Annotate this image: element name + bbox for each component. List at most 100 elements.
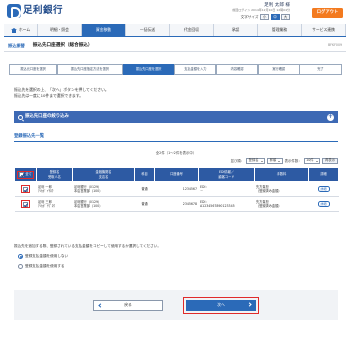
col-bank-branch-label: 金融機関名 支店名 xyxy=(95,170,112,179)
bank-logo[interactable]: 足利銀行 xyxy=(7,3,63,19)
detail-cell: 詳細 xyxy=(308,181,339,197)
font-size-large-button[interactable]: 大 xyxy=(281,14,290,21)
per-page-select[interactable]: 10件 xyxy=(303,158,321,164)
detail-button[interactable]: 詳細 xyxy=(317,201,330,207)
row-check-cell xyxy=(14,196,37,212)
nav-statements[interactable]: 明細・照会 xyxy=(38,24,82,36)
search-icon xyxy=(18,114,23,120)
nav-admin[interactable]: 管理業務 xyxy=(258,24,302,36)
sort-label: 並び順： xyxy=(230,158,245,163)
chevron-down-icon xyxy=(315,160,318,162)
expand-plus-icon[interactable]: + xyxy=(327,113,334,121)
fee-note: （登録済み金額） xyxy=(256,204,282,208)
select-all-label: 全て xyxy=(25,172,32,177)
font-size-switcher: 文字サイズ 小 中 大 xyxy=(180,14,290,21)
payee-filter-label: 振込先口座の絞り込み xyxy=(25,114,69,120)
sort-order-select[interactable]: 昇順 xyxy=(267,158,283,164)
row-select-highlight[interactable] xyxy=(21,200,30,208)
radio-copy-label[interactable]: 登録支払金額を使用する xyxy=(25,264,65,268)
col-account-number: 口座番号 xyxy=(154,167,199,182)
radio-no-copy[interactable]: 登録支払金額を使用しない xyxy=(18,254,68,259)
registered-payees-title: 登録振込先一覧 xyxy=(14,134,338,143)
radio-copy-button[interactable] xyxy=(18,264,23,269)
page-category: 振込振替 xyxy=(8,43,25,49)
select-all-checkbox[interactable] xyxy=(19,172,25,177)
nav-home[interactable]: ホーム xyxy=(4,24,38,36)
select-all-highlight[interactable]: 全て xyxy=(17,170,34,179)
next-button-highlight: 次へ xyxy=(183,296,259,314)
customer-code: A1234567890123345 xyxy=(200,204,235,208)
chevron-down-icon xyxy=(278,160,281,162)
top-bar: 足利銀行 足利 太郎 様 前回ログイン 2014年12月10日 12時04分 文… xyxy=(0,0,350,23)
per-page-value: 10件 xyxy=(306,158,314,163)
instruction-line-2: 振込先は一度に10件まで選択できます。 xyxy=(14,92,83,98)
fee-cell: 先方負担 （登録済み金額） xyxy=(254,181,309,197)
font-size-medium-button[interactable]: 中 xyxy=(270,14,280,21)
font-size-small-button[interactable]: 小 xyxy=(260,14,269,21)
bank-name: 足利銀行 xyxy=(23,5,64,17)
row-select-highlight[interactable] xyxy=(21,185,30,193)
col-bank-branch: 金融機関名 支店名 xyxy=(72,167,135,182)
nav-collection[interactable]: 代金回収 xyxy=(170,24,214,36)
nav-approval[interactable]: 承認 xyxy=(214,24,258,36)
step-2: 振込先口座指定方法を選択 xyxy=(56,64,124,75)
copy-amount-note: 振込先を追加する際、登録されている支払金額をコピーして使用するか選択してください… xyxy=(14,244,161,248)
global-nav: ホーム 明細・照会 資金移動 一括伝送 代金回収 承認 管理業務 サービス連携 xyxy=(4,24,346,37)
step-4: 支払金額を入力 xyxy=(174,64,217,75)
account-number: 2345678 xyxy=(154,196,199,212)
home-icon xyxy=(10,27,17,33)
col-detail: 詳細 xyxy=(308,167,339,182)
sort-field-select[interactable]: 登録名 xyxy=(246,158,266,164)
payee-name: ｱｼｶｶﾞ ｲﾁﾛｳ xyxy=(38,189,54,193)
payee-table: 全て 登録名 受取人名 金融機関名 支店名 科目 口座番号 EDI情報／ 顧客コ… xyxy=(14,167,339,212)
sort-field-value: 登録名 xyxy=(248,158,259,163)
step-1: 振込元口座を選択 xyxy=(9,64,58,75)
back-button[interactable]: 戻る xyxy=(93,299,163,311)
result-count: 全2件（1〜2件を表示中） xyxy=(155,151,197,155)
step-7: 完了 xyxy=(299,64,342,75)
next-button[interactable]: 次へ xyxy=(186,299,256,311)
edi-cell: EDI： A1234567890123345 xyxy=(198,196,255,212)
step-6: 実行確認 xyxy=(257,64,300,75)
detail-cell: 詳細 xyxy=(308,196,339,212)
branch-name-cell: 本店営業部（100） xyxy=(74,204,103,208)
row-select-checkbox[interactable] xyxy=(23,186,28,192)
redisplay-button[interactable]: 再表示 xyxy=(322,158,338,164)
payee-filter-panel[interactable]: 振込先口座の絞り込み + xyxy=(14,111,338,123)
payee-name: ｱｼｶｶﾞ ｻﾌﾞﾛｳ xyxy=(38,204,55,208)
page-header: 振込振替 振込先口座選択（総合振込） BFKF009 xyxy=(4,41,346,52)
col-edi: EDI情報／ 顧客コード xyxy=(198,167,255,182)
chevron-left-icon xyxy=(98,303,103,308)
col-registered-name-label: 登録名 受取人名 xyxy=(48,170,61,179)
table-header-row: 全て 登録名 受取人名 金融機関名 支店名 科目 口座番号 EDI情報／ 顧客コ… xyxy=(14,167,339,182)
row-select-checkbox[interactable] xyxy=(23,201,28,207)
bank-branch-cell: 足利銀行（0129） 本店営業部（100） xyxy=(72,196,135,212)
last-login: 前回ログイン 2014年12月10日 12時04分 xyxy=(232,8,290,12)
registered-name-cell: 足利 三郎 ｱｼｶｶﾞ ｻﾌﾞﾛｳ xyxy=(36,196,73,212)
nav-fund-transfer[interactable]: 資金移動 xyxy=(82,24,126,36)
step-indicator: 振込元口座を選択 振込先口座指定方法を選択 振込先口座を選択 支払金額を入力 内… xyxy=(9,64,342,75)
per-page-label: 表示件数： xyxy=(284,158,302,163)
registered-name-cell: 足利 一郎 ｱｼｶｶﾞ ｲﾁﾛｳ xyxy=(36,181,73,197)
col-registered-name: 登録名 受取人名 xyxy=(36,167,73,182)
account-type: 普通 xyxy=(134,196,155,212)
account-type: 普通 xyxy=(134,181,155,197)
account-number: 1234567 xyxy=(154,181,199,197)
row-check-cell xyxy=(14,181,37,197)
sort-order-value: 昇順 xyxy=(269,158,277,163)
back-button-label: 戻る xyxy=(124,301,132,307)
col-account-type: 科目 xyxy=(134,167,155,182)
user-info: 足利 太郎 様 前回ログイン 2014年12月10日 12時04分 文字サイズ … xyxy=(180,3,290,21)
radio-copy[interactable]: 登録支払金額を使用する xyxy=(18,264,65,269)
radio-no-copy-label[interactable]: 登録支払金額を使用しない xyxy=(25,254,68,258)
nav-service-link[interactable]: サービス連携 xyxy=(302,24,346,36)
detail-button[interactable]: 詳細 xyxy=(317,186,330,192)
bank-logo-icon xyxy=(7,4,21,19)
col-edi-label: EDI情報／ 顧客コード xyxy=(218,170,235,179)
radio-no-copy-button[interactable] xyxy=(18,254,23,259)
logout-button[interactable]: ログアウト xyxy=(312,8,343,18)
instruction-text: 振込先を選択の上、「次へ」ボタンを押してください。 振込先は一度に10件まで選択… xyxy=(14,87,109,99)
nav-bulk-transfer[interactable]: 一括伝送 xyxy=(126,24,170,36)
page-title: 振込先口座選択（総合振込） xyxy=(32,43,93,49)
chevron-down-icon xyxy=(260,160,263,162)
